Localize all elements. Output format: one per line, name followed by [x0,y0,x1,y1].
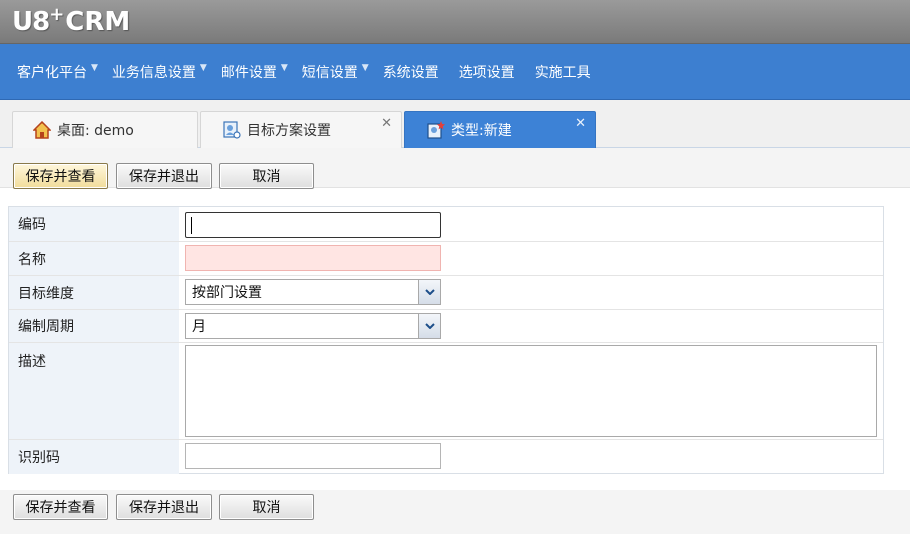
description-field-wrap [185,345,877,437]
form-row-identifier: 识别码 [9,440,883,474]
new-type-icon [427,121,445,139]
target-plan-icon [223,121,241,139]
bottom-toolbar: 保存并查看 保存并退出 取消 [0,490,910,534]
chevron-down-icon[interactable] [418,280,440,304]
form-row-dimension: 目标维度 按部门设置 [9,276,883,310]
dropdown-arrow-icon: ▼ [361,62,369,73]
menu-label: 邮件设置 [220,64,277,81]
menu-label: 短信设置 [301,64,358,81]
menu-label: 选项设置 [458,64,515,81]
identifier-label: 识别码 [9,440,179,474]
description-label: 描述 [9,343,179,439]
dimension-value: 按部门设置 [192,285,262,301]
form-row-code: 编码 [9,207,883,242]
menu-label: 业务信息设置 [111,64,196,81]
cancel-button[interactable]: 取消 [219,163,314,189]
logo-plus: + [49,4,65,25]
tab-desktop[interactable]: 桌面: demo [12,111,198,148]
dropdown-arrow-icon: ▼ [280,62,288,73]
period-label: 编制周期 [9,310,179,342]
menu-option-settings[interactable]: 选项设置 [452,44,528,100]
dimension-select[interactable]: 按部门设置 [185,279,441,305]
main-menubar: 客户化平台 ▼ 业务信息设置 ▼ 邮件设置 ▼ 短信设置 ▼ 系统设置 选项设置 实施工… [0,44,910,100]
logo-crm: CRM [65,7,131,37]
dropdown-arrow-icon: ▼ [199,62,207,73]
tab-label: 桌面: demo [57,123,134,139]
tab-label: 目标方案设置 [247,123,331,139]
app-header: U8 + CRM [0,0,910,44]
form-row-description: 描述 [9,343,883,440]
text-caret [191,217,192,234]
code-field-wrap [185,212,441,238]
form-row-period: 编制周期 月 [9,310,883,343]
description-textarea[interactable] [185,345,877,437]
period-select[interactable]: 月 [185,313,441,339]
logo-u8: U8 [12,7,50,37]
menu-customization-platform[interactable]: 客户化平台 ▼ [10,44,105,100]
menu-label: 系统设置 [382,64,439,81]
home-icon [32,120,52,139]
name-input[interactable] [185,245,441,271]
code-label: 编码 [9,207,179,241]
tab-target-plan-settings[interactable]: 目标方案设置 ✕ [200,111,402,148]
form-row-name: 名称 [9,242,883,276]
close-icon[interactable]: ✕ [381,116,392,131]
period-field-wrap: 月 [185,313,441,339]
dimension-field-wrap: 按部门设置 [185,279,441,305]
save-and-exit-button[interactable]: 保存并退出 [116,494,212,520]
code-input[interactable] [185,212,441,238]
menu-implementation-tools[interactable]: 实施工具 [528,44,604,100]
close-icon[interactable]: ✕ [575,116,586,131]
chevron-down-icon[interactable] [418,314,440,338]
menu-system-settings[interactable]: 系统设置 [376,44,452,100]
tab-strip: 桌面: demo 目标方案设置 ✕ 类型:新建 ✕ [0,100,910,148]
tab-new-type[interactable]: 类型:新建 ✕ [404,111,596,148]
menu-label: 实施工具 [534,64,591,81]
menu-sms-settings[interactable]: 短信设置 ▼ [295,44,376,100]
menu-email-settings[interactable]: 邮件设置 ▼ [214,44,295,100]
name-field-wrap [185,245,441,271]
save-and-view-button[interactable]: 保存并查看 [13,494,108,520]
dropdown-arrow-icon: ▼ [91,62,98,73]
app-logo: U8 + CRM [12,6,130,38]
tab-label: 类型:新建 [451,123,512,139]
save-and-exit-button[interactable]: 保存并退出 [116,163,212,189]
top-toolbar: 保存并查看 保存并退出 取消 [0,148,910,189]
name-label: 名称 [9,242,179,275]
identifier-input[interactable] [185,443,441,469]
period-value: 月 [192,319,206,335]
menu-label: 客户化平台 [17,64,87,81]
type-form: 编码 名称 目标维度 按部门设置 编制周期 月 描述 识别码 [8,206,884,474]
save-and-view-button[interactable]: 保存并查看 [13,163,108,189]
dimension-label: 目标维度 [9,276,179,309]
cancel-button[interactable]: 取消 [219,494,314,520]
menu-business-info-settings[interactable]: 业务信息设置 ▼ [105,44,214,100]
identifier-field-wrap [185,443,441,469]
